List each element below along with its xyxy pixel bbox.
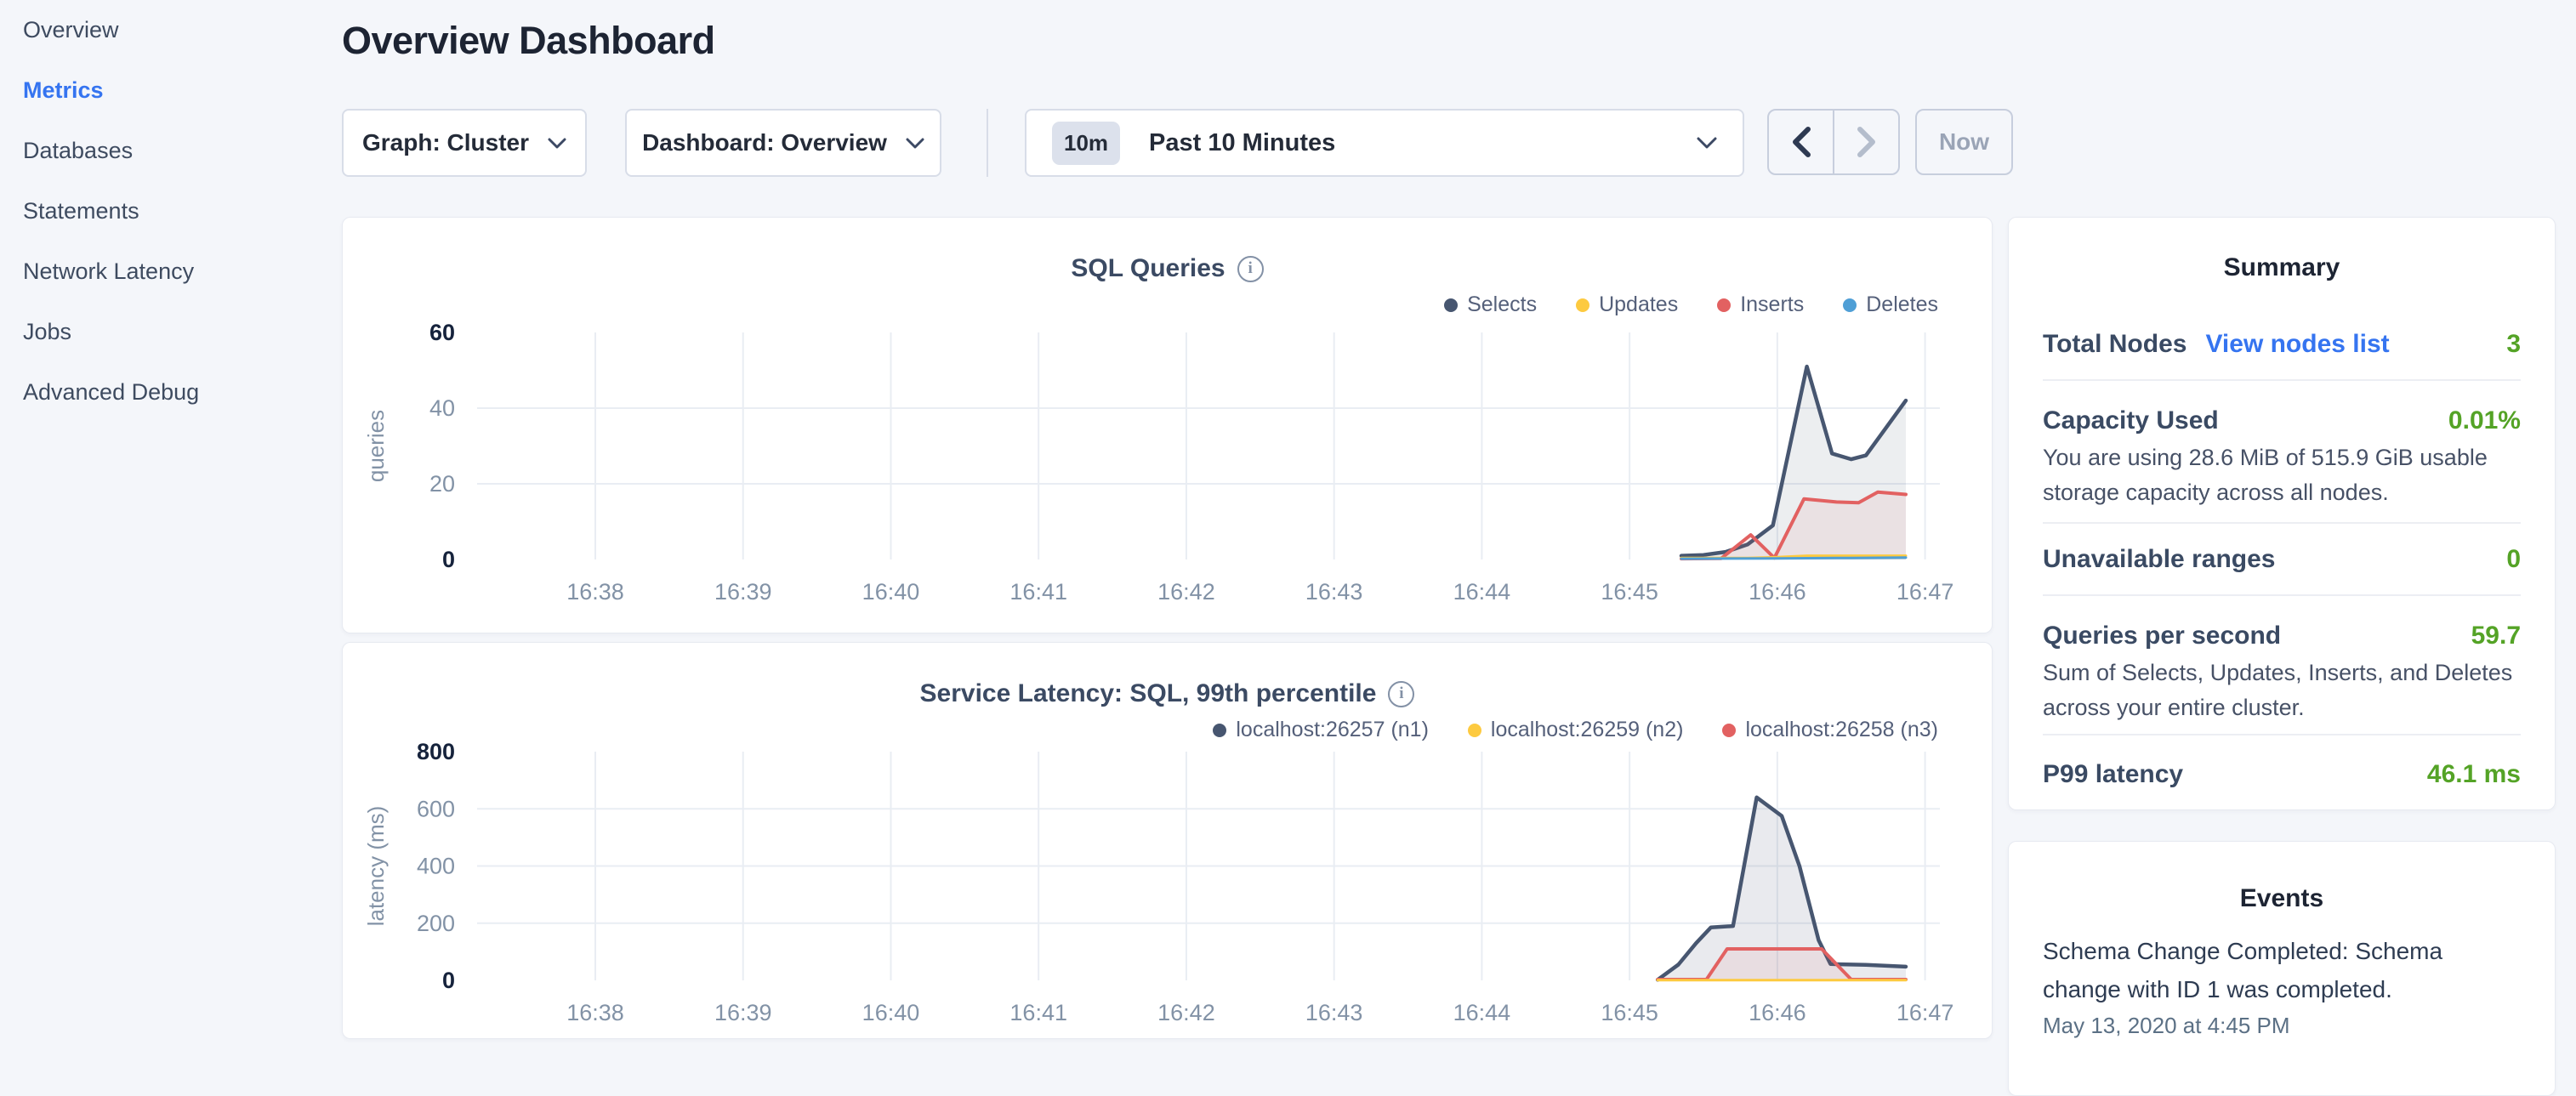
sidebar-item-label: Network Latency [23,258,194,285]
event-item-timestamp: May 13, 2020 at 4:45 PM [2043,1013,2290,1039]
service-latency-card: Service Latency: SQL, 99th percentile i … [342,642,1993,1039]
summary-row-queries-per-second: Queries per second 59.7 [2043,622,2521,650]
svg-text:16:46: 16:46 [1749,579,1806,605]
event-item-text: Schema Change Completed: Schema change w… [2043,932,2524,1008]
queries-per-second-label: Queries per second [2043,622,2281,650]
sidebar-item-advanced-debug[interactable]: Advanced Debug [0,362,340,423]
chevron-down-icon [906,138,924,149]
graph-dropdown-label: Graph: Cluster [362,129,529,156]
svg-text:16:42: 16:42 [1157,579,1215,605]
svg-text:16:45: 16:45 [1601,579,1658,605]
capacity-used-subtext: You are using 28.6 MiB of 515.9 GiB usab… [2043,440,2524,510]
svg-text:800: 800 [417,739,455,764]
dashboard-dropdown-label: Dashboard: Overview [642,129,887,156]
summary-row-total-nodes: Total Nodes View nodes list 3 [2043,330,2521,359]
sidebar-item-overview[interactable]: Overview [0,0,340,60]
unavailable-ranges-value: 0 [2506,545,2521,574]
sidebar-item-label: Databases [23,138,133,164]
overview-dashboard-page: { "header": { "title": "Overview Dashboa… [0,0,2576,1051]
sql-queries-chart-plot[interactable]: 16:38 16:39 16:40 16:41 16:42 16:43 16:44 16:45… [343,218,1993,634]
service-latency-chart-plot[interactable]: 16:38 16:39 16:40 16:41 16:42 16:43 16:44 16:45… [343,643,1993,1040]
dashboard-dropdown[interactable]: Dashboard: Overview [625,109,941,177]
p99-latency-value: 46.1 ms [2427,760,2521,789]
svg-text:600: 600 [417,796,455,821]
time-range-badge: 10m [1052,122,1120,165]
events-panel: Events Schema Change Completed: Schema c… [2008,841,2556,1096]
svg-text:60: 60 [429,320,455,345]
queries-per-second-subtext: Sum of Selects, Updates, Inserts, and De… [2043,656,2524,725]
summary-divider [2043,522,2521,524]
time-range-dropdown[interactable]: 10m Past 10 Minutes [1025,109,1744,177]
now-button[interactable]: Now [1915,109,2013,175]
svg-text:0: 0 [442,547,455,572]
svg-text:16:40: 16:40 [862,579,920,605]
summary-row-p99-latency: P99 latency 46.1 ms [2043,760,2521,789]
svg-text:16:41: 16:41 [1009,579,1067,605]
summary-divider [2043,594,2521,596]
capacity-used-value: 0.01% [2448,406,2521,435]
sidebar-item-label: Jobs [23,319,71,345]
sidebar-item-label: Advanced Debug [23,379,199,406]
svg-text:latency (ms): latency (ms) [363,806,389,927]
chevron-left-icon [1792,127,1811,157]
svg-text:16:46: 16:46 [1749,1000,1806,1025]
summary-divider [2043,379,2521,381]
events-title: Events [2009,884,2555,913]
summary-title: Summary [2009,253,2555,282]
svg-text:20: 20 [429,471,455,497]
sidebar-item-jobs[interactable]: Jobs [0,302,340,362]
svg-text:16:47: 16:47 [1896,579,1954,605]
sql-queries-card: SQL Queries i Selects Updates Inserts De… [342,217,1993,633]
capacity-used-label: Capacity Used [2043,406,2219,435]
now-button-label: Now [1939,128,1989,156]
sidebar-item-network-latency[interactable]: Network Latency [0,241,340,302]
svg-text:16:43: 16:43 [1305,579,1363,605]
summary-row-unavailable-ranges: Unavailable ranges 0 [2043,545,2521,574]
svg-text:16:41: 16:41 [1009,1000,1067,1025]
chevron-down-icon [548,138,566,149]
total-nodes-label: Total Nodes [2043,330,2186,359]
svg-text:16:43: 16:43 [1305,1000,1363,1025]
svg-text:16:45: 16:45 [1601,1000,1658,1025]
chevron-right-icon [1857,127,1876,157]
view-nodes-list-link[interactable]: View nodes list [2205,330,2389,359]
p99-latency-label: P99 latency [2043,760,2183,789]
time-step-buttons [1767,109,1900,175]
unavailable-ranges-label: Unavailable ranges [2043,545,2275,574]
svg-text:400: 400 [417,854,455,879]
svg-text:16:44: 16:44 [1453,1000,1511,1025]
sidebar-item-label: Overview [23,17,119,43]
sidebar-item-databases[interactable]: Databases [0,121,340,181]
svg-text:16:38: 16:38 [566,1000,624,1025]
chevron-down-icon [1697,137,1717,149]
prev-time-button[interactable] [1769,111,1834,173]
svg-text:16:42: 16:42 [1157,1000,1215,1025]
next-time-button[interactable] [1834,111,1898,173]
svg-text:16:38: 16:38 [566,579,624,605]
svg-text:16:44: 16:44 [1453,579,1511,605]
summary-row-capacity-used: Capacity Used 0.01% [2043,406,2521,435]
svg-text:16:39: 16:39 [714,1000,772,1025]
total-nodes-value: 3 [2506,330,2521,359]
svg-text:0: 0 [442,968,455,993]
svg-text:200: 200 [417,911,455,936]
graph-dropdown[interactable]: Graph: Cluster [342,109,587,177]
queries-per-second-value: 59.7 [2471,622,2521,650]
svg-text:40: 40 [429,395,455,421]
summary-divider [2043,734,2521,735]
svg-text:16:39: 16:39 [714,579,772,605]
page-title: Overview Dashboard [342,19,715,63]
sidebar-item-label: Metrics [23,77,104,104]
svg-text:16:40: 16:40 [862,1000,920,1025]
summary-panel: Summary Total Nodes View nodes list 3 Ca… [2008,217,2556,810]
sidebar: Overview Metrics Databases Statements Ne… [0,0,340,1051]
svg-text:queries: queries [363,410,389,482]
sidebar-item-label: Statements [23,198,139,224]
svg-text:16:47: 16:47 [1896,1000,1954,1025]
sidebar-item-metrics[interactable]: Metrics [0,60,340,121]
sidebar-item-statements[interactable]: Statements [0,181,340,241]
time-range-label: Past 10 Minutes [1149,129,1697,157]
controls-divider [987,109,988,177]
